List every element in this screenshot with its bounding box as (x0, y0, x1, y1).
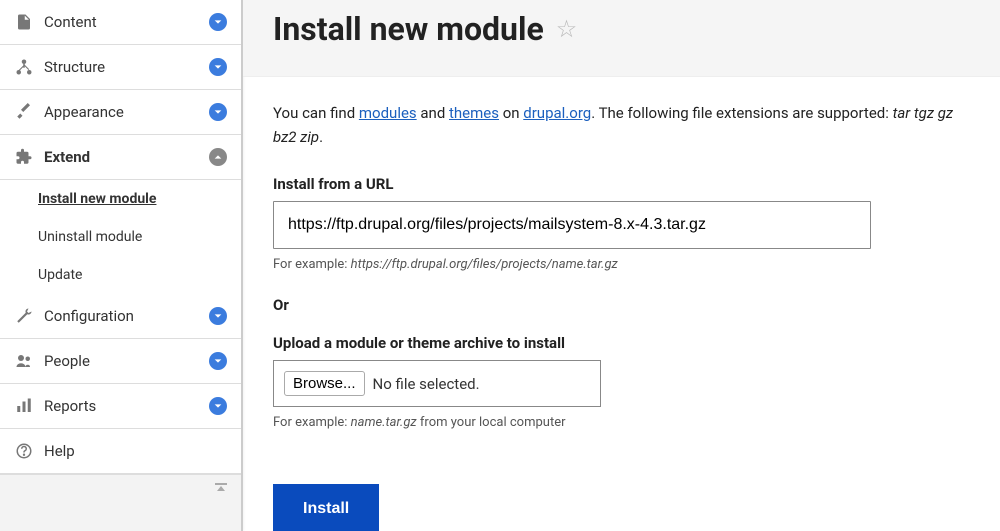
sidebar-item-label: Reports (44, 397, 209, 415)
admin-sidebar: Content Structure Appearance Extend (0, 0, 243, 531)
submenu-uninstall-module[interactable]: Uninstall module (0, 218, 241, 256)
chevron-down-icon (209, 352, 227, 370)
intro-end: . (319, 128, 323, 146)
drupal-org-link[interactable]: drupal.org (523, 104, 591, 122)
intro-post: . The following file extensions are supp… (591, 104, 892, 122)
sidebar-item-people[interactable]: People (0, 339, 241, 384)
file-status: No file selected. (373, 375, 480, 393)
wrench-icon (14, 306, 34, 326)
sidebar-item-label: Structure (44, 58, 209, 76)
chevron-down-icon (209, 307, 227, 325)
puzzle-icon (14, 147, 34, 167)
upload-hint-example: name.tar.gz (351, 415, 417, 430)
sidebar-item-configuration[interactable]: Configuration (0, 294, 241, 339)
upload-hint-post: from your local computer (417, 415, 566, 430)
intro-text: You can find modules and themes on drupa… (273, 101, 970, 149)
sidebar-item-label: Extend (44, 148, 209, 166)
intro-mid2: on (499, 104, 523, 122)
url-hint: For example: https://ftp.drupal.org/file… (273, 257, 970, 272)
sidebar-item-content[interactable]: Content (0, 0, 241, 45)
page-header: Install new module ☆ (243, 0, 1000, 77)
browse-button[interactable]: Browse... (284, 371, 365, 396)
sidebar-filler (0, 474, 241, 531)
star-icon[interactable]: ☆ (556, 15, 578, 43)
sidebar-item-reports[interactable]: Reports (0, 384, 241, 429)
url-hint-pre: For example: (273, 257, 351, 272)
extend-submenu: Install new module Uninstall module Upda… (0, 180, 241, 294)
chevron-down-icon (209, 103, 227, 121)
chevron-down-icon (209, 58, 227, 76)
page-title: Install new module (273, 10, 544, 48)
sidebar-item-structure[interactable]: Structure (0, 45, 241, 90)
submenu-update[interactable]: Update (0, 256, 241, 294)
collapse-up-icon[interactable] (213, 481, 229, 501)
main-content: Install new module ☆ You can find module… (243, 0, 1000, 531)
sidebar-item-label: People (44, 352, 209, 370)
install-url-input[interactable] (273, 201, 871, 249)
themes-link[interactable]: themes (449, 104, 499, 122)
sidebar-item-label: Content (44, 13, 209, 31)
chevron-down-icon (209, 397, 227, 415)
bar-chart-icon (14, 396, 34, 416)
submenu-install-new-module[interactable]: Install new module (0, 180, 241, 218)
upload-hint: For example: name.tar.gz from your local… (273, 415, 970, 430)
file-upload[interactable]: Browse... No file selected. (273, 360, 601, 407)
or-separator: Or (273, 296, 970, 314)
sitemap-icon (14, 57, 34, 77)
sidebar-item-appearance[interactable]: Appearance (0, 90, 241, 135)
url-label: Install from a URL (273, 175, 970, 193)
sidebar-item-help[interactable]: Help (0, 429, 241, 474)
question-icon (14, 441, 34, 461)
sidebar-item-label: Configuration (44, 307, 209, 325)
wand-icon (14, 102, 34, 122)
install-button[interactable]: Install (273, 484, 379, 531)
upload-hint-pre: For example: (273, 415, 351, 430)
chevron-up-icon (209, 148, 227, 166)
sidebar-item-label: Help (44, 442, 227, 460)
modules-link[interactable]: modules (359, 104, 417, 122)
people-icon (14, 351, 34, 371)
intro-mid1: and (417, 104, 449, 122)
sidebar-item-label: Appearance (44, 103, 209, 121)
upload-label: Upload a module or theme archive to inst… (273, 334, 970, 352)
intro-pre: You can find (273, 104, 359, 122)
file-icon (14, 12, 34, 32)
url-hint-example: https://ftp.drupal.org/files/projects/na… (351, 257, 618, 272)
chevron-down-icon (209, 13, 227, 31)
sidebar-item-extend[interactable]: Extend (0, 135, 241, 180)
